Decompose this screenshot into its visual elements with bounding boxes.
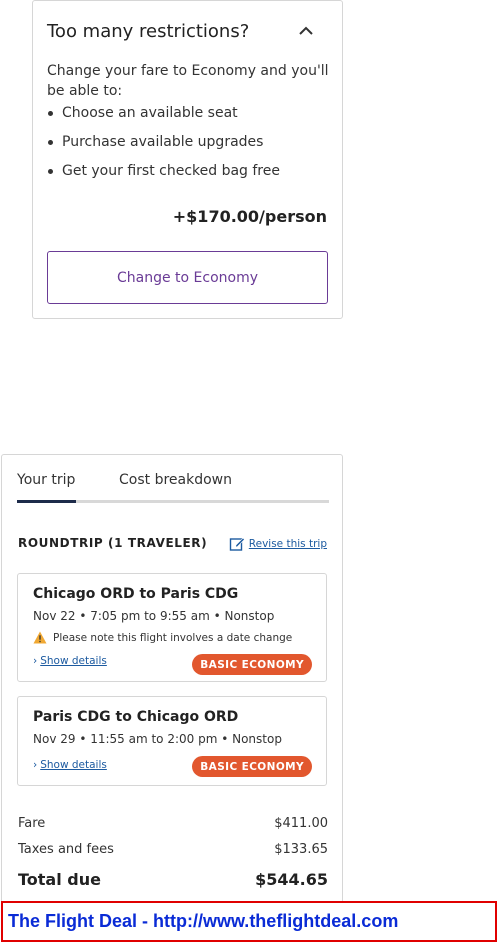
cost-label: Fare [18, 816, 46, 831]
segment-time: Nov 22 • 7:05 pm to 9:55 am • Nonstop [33, 609, 275, 623]
fare-class-badge: BASIC ECONOMY [192, 654, 312, 675]
total-value: $544.65 [255, 870, 328, 889]
revise-trip-link[interactable]: Revise this trip [229, 536, 327, 552]
tab-your-trip[interactable]: Your trip [17, 472, 75, 488]
date-change-warning: Please note this flight involves a date … [33, 631, 292, 644]
benefits-list: Choose an available seat Purchase availa… [47, 101, 280, 188]
fare-class-badge: BASIC ECONOMY [192, 756, 312, 777]
banner-text: The Flight Deal - http://www.theflightde… [8, 911, 399, 931]
restrictions-description: Change your fare to Economy and you'll b… [47, 63, 329, 99]
revise-trip-label: Revise this trip [248, 538, 327, 550]
show-details-label: Show details [40, 655, 107, 667]
chevron-up-icon[interactable] [296, 23, 316, 39]
total-due-row: Total due $544.65 [18, 870, 328, 889]
cost-row-taxes: Taxes and fees $133.65 [18, 842, 328, 857]
total-label: Total due [18, 870, 101, 889]
edit-icon [229, 537, 245, 551]
show-details-label: Show details [40, 759, 107, 771]
change-to-economy-button[interactable]: Change to Economy [47, 251, 328, 304]
segment-route: Paris CDG to Chicago ORD [33, 709, 239, 725]
show-details-link[interactable]: › Show details [33, 655, 107, 667]
trip-summary-card: Your trip Cost breakdown ROUNDTRIP (1 TR… [1, 454, 343, 904]
trip-tabs: Your trip Cost breakdown [17, 472, 329, 504]
chevron-right-icon: › [33, 655, 38, 667]
restrictions-title: Too many restrictions? [47, 21, 250, 42]
cost-row-fare: Fare $411.00 [18, 816, 328, 831]
upgrade-price: +$170.00/person [172, 207, 327, 226]
tab-cost-breakdown[interactable]: Cost breakdown [119, 472, 232, 488]
cost-label: Taxes and fees [18, 842, 114, 857]
segment-time: Nov 29 • 11:55 am to 2:00 pm • Nonstop [33, 732, 282, 746]
flight-segment-outbound: Chicago ORD to Paris CDG Nov 22 • 7:05 p… [17, 573, 327, 682]
roundtrip-label: ROUNDTRIP (1 TRAVELER) [18, 536, 208, 550]
warning-text: Please note this flight involves a date … [53, 631, 293, 644]
tab-active-indicator [17, 500, 76, 503]
cost-value: $133.65 [274, 842, 328, 857]
benefit-item: Choose an available seat [47, 101, 280, 130]
segment-route: Chicago ORD to Paris CDG [33, 586, 239, 602]
flight-segment-return: Paris CDG to Chicago ORD Nov 29 • 11:55 … [17, 696, 327, 786]
benefit-item: Get your first checked bag free [47, 159, 280, 188]
chevron-right-icon: › [33, 759, 38, 771]
fare-restrictions-card: Too many restrictions? Change your fare … [32, 0, 343, 319]
cost-value: $411.00 [274, 816, 328, 831]
benefit-item: Purchase available upgrades [47, 130, 280, 159]
watermark-banner: The Flight Deal - http://www.theflightde… [1, 901, 497, 942]
show-details-link[interactable]: › Show details [33, 759, 107, 771]
warning-icon [33, 631, 47, 644]
